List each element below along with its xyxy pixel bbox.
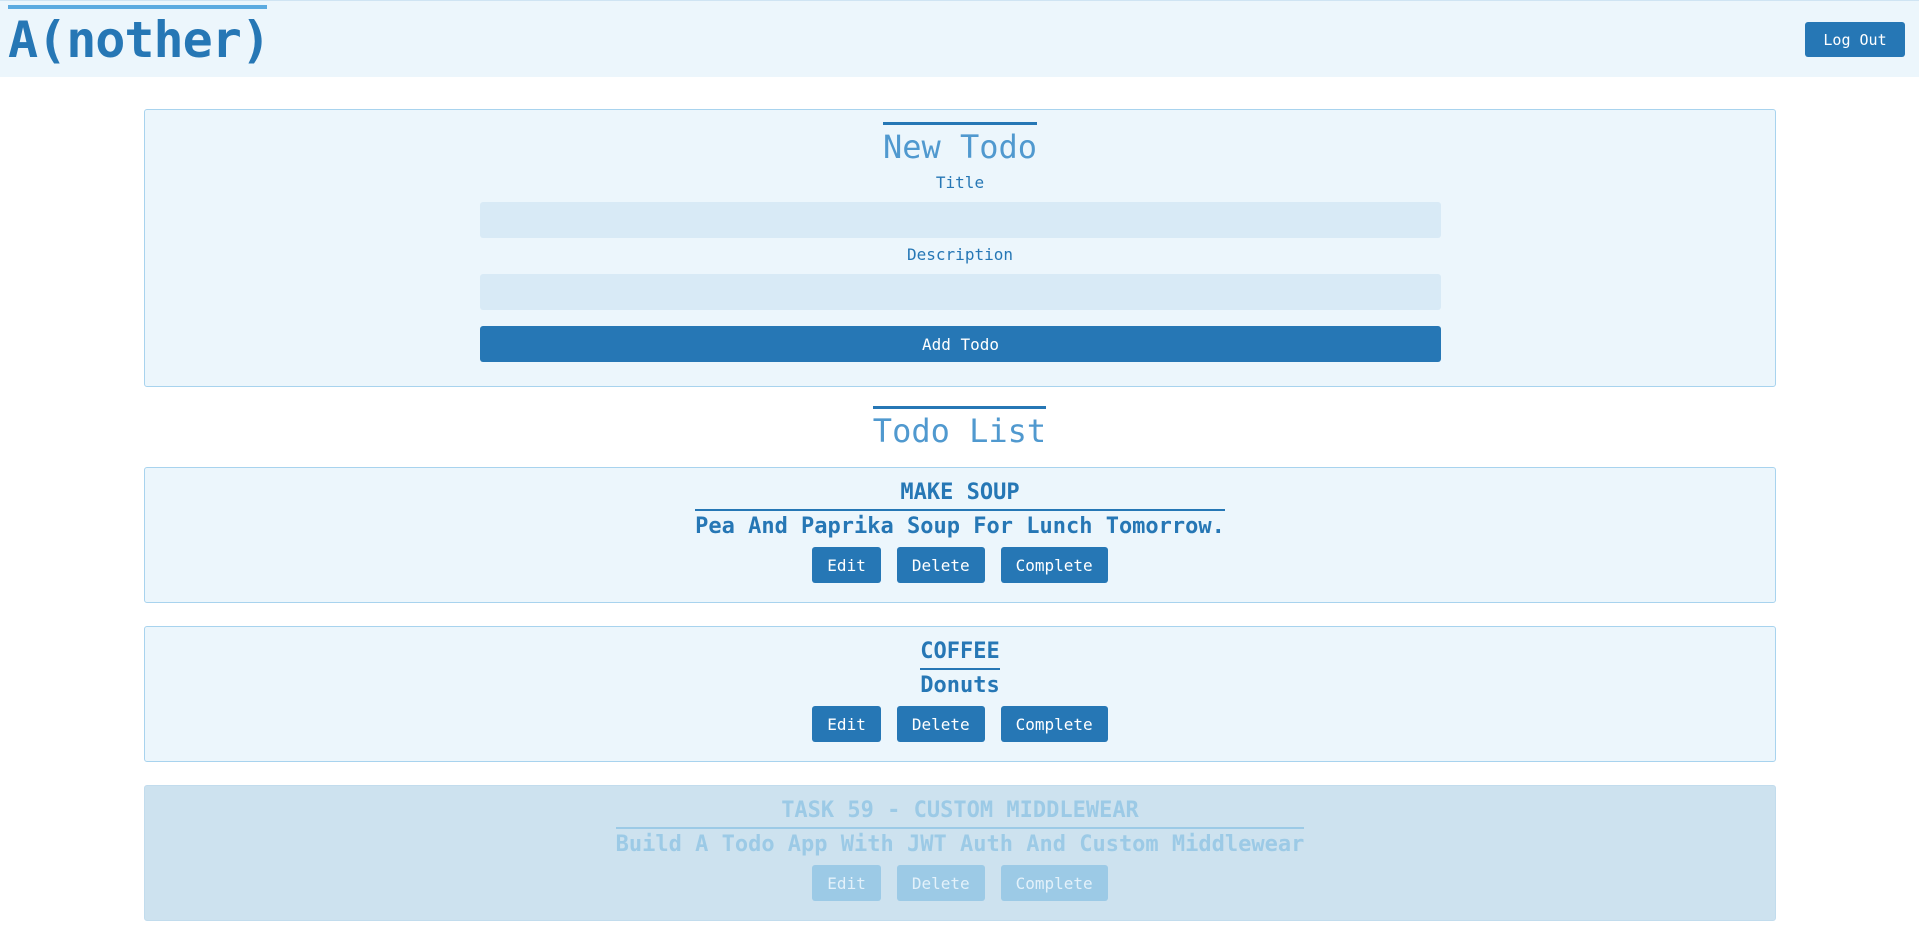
todo-title: Task 59 - Custom Middlewear (615, 796, 1305, 829)
complete-button[interactable]: Complete (1000, 865, 1108, 901)
todo-actions: Edit Delete Complete (145, 706, 1775, 742)
description-input[interactable] (480, 274, 1441, 310)
edit-button[interactable]: Edit (812, 706, 881, 742)
todo-list-heading: Todo List (0, 406, 1919, 450)
edit-button[interactable]: Edit (812, 865, 881, 901)
todo-actions: Edit Delete Complete (145, 547, 1775, 583)
delete-button[interactable]: Delete (896, 706, 985, 742)
complete-button[interactable]: Complete (1000, 706, 1108, 742)
todo-item-completed: Task 59 - Custom Middlewear Build A Todo… (144, 785, 1776, 921)
add-todo-button[interactable]: Add Todo (480, 326, 1441, 362)
todo-actions: Edit Delete Complete (145, 865, 1775, 901)
todo-item: Coffee Donuts Edit Delete Complete (144, 626, 1776, 762)
logout-button[interactable]: Log Out (1805, 22, 1905, 57)
edit-button[interactable]: Edit (812, 547, 881, 583)
brand-logo[interactable]: A(nother) (8, 9, 271, 71)
todo-item: Make Soup Pea And Paprika Soup For Lunch… (144, 467, 1776, 603)
new-todo-heading: New Todo (145, 122, 1775, 166)
title-input[interactable] (480, 202, 1441, 238)
todo-description: Build A Todo App With JWT Auth And Custo… (615, 832, 1305, 857)
complete-button[interactable]: Complete (1000, 547, 1108, 583)
title-label: Title (935, 173, 985, 192)
delete-button[interactable]: Delete (896, 865, 985, 901)
new-todo-form: New Todo Title Description Add Todo (144, 109, 1776, 387)
top-bar: A(nother) Log Out (0, 0, 1919, 77)
description-label: Description (907, 245, 1013, 264)
todo-description: Pea And Paprika Soup For Lunch Tomorrow. (695, 514, 1225, 539)
todo-title: Coffee (920, 637, 1000, 670)
todo-title: Make Soup (695, 478, 1225, 511)
todo-description: Donuts (920, 673, 1000, 698)
delete-button[interactable]: Delete (896, 547, 985, 583)
